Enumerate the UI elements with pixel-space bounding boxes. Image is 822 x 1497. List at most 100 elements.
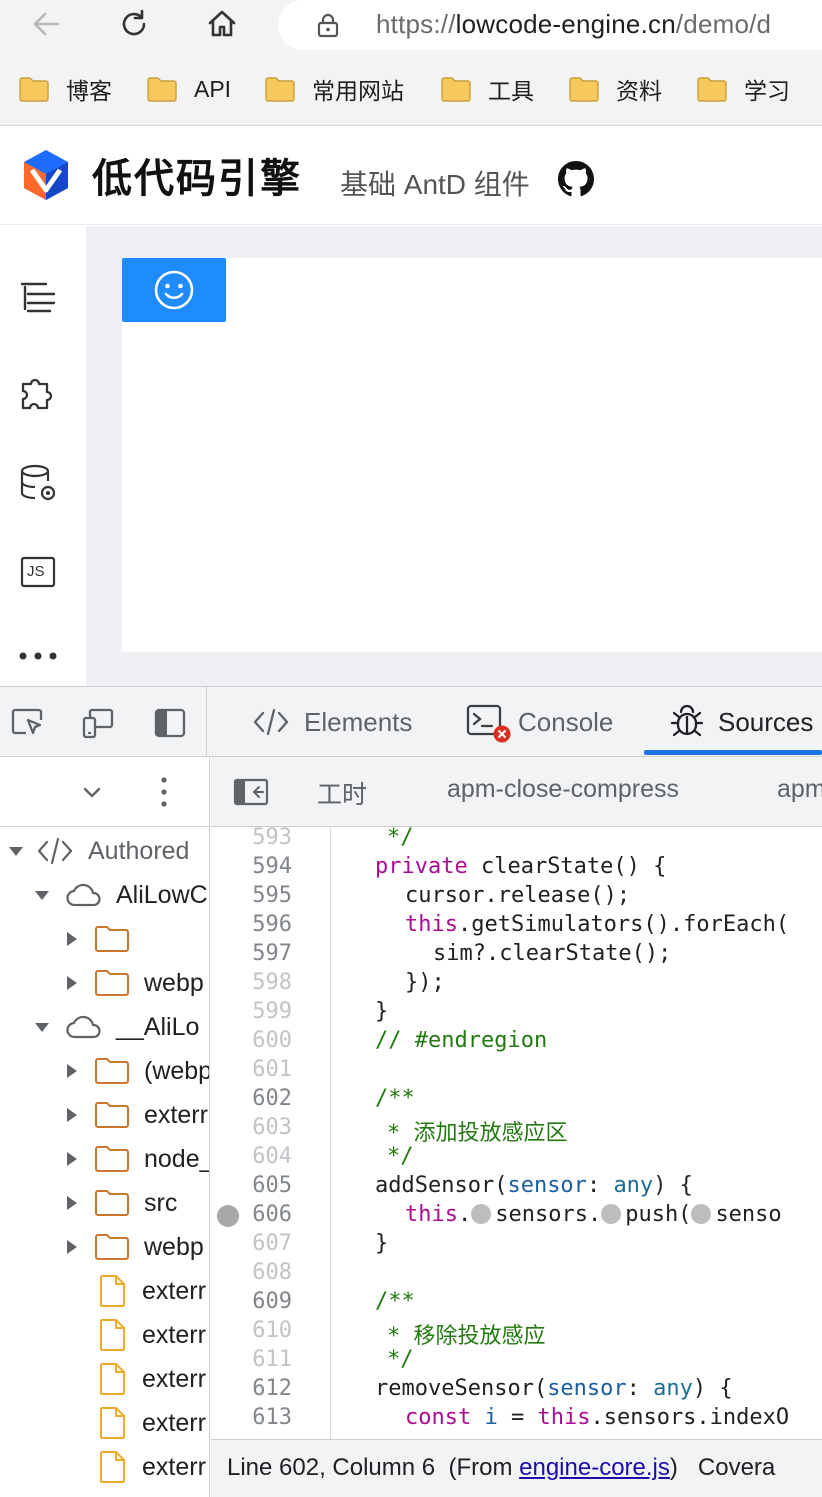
folder-icon [440,75,472,103]
tree-item-file[interactable]: exterr [0,1357,209,1401]
home-button[interactable] [200,2,244,46]
tree-item-origin[interactable]: AliLowC [0,873,209,917]
back-button[interactable] [24,2,68,46]
tree-item-authored[interactable]: Authored [0,829,209,873]
bookmark-folder[interactable]: API [146,72,231,106]
line-number[interactable]: 593 [222,825,292,850]
editor-tab[interactable]: apm-close-compress [447,775,679,804]
inline-breakpoint-dot[interactable] [471,1204,492,1224]
tree-label: node_ [144,1144,210,1173]
code-token: this [405,912,458,937]
line-number[interactable]: 595 [222,883,292,908]
code-token: any [613,1173,654,1198]
line-number[interactable]: 606 [222,1202,292,1227]
js-code-icon[interactable]: JS [17,552,59,594]
tree-item-folder[interactable]: (webp [0,1049,209,1093]
github-icon[interactable] [558,161,594,197]
line-number[interactable]: 613 [222,1405,292,1430]
datasource-icon[interactable] [17,462,59,504]
tree-item-file[interactable]: exterr [0,1401,209,1445]
line-number[interactable]: 601 [222,1057,292,1082]
outline-tree-icon[interactable] [17,276,59,318]
folder-icon [18,75,50,103]
code-token: sensors. [495,1202,602,1227]
bookmark-folder[interactable]: 常用网站 [264,72,404,106]
line-number[interactable]: 602 [222,1086,292,1111]
bookmark-folder[interactable]: 工具 [440,72,534,106]
puzzle-plugin-icon[interactable] [17,370,59,412]
tree-item-origin[interactable]: __AliLo [0,1005,209,1049]
kebab-menu-icon[interactable] [152,775,176,809]
tree-item-folder[interactable]: webp [0,1225,209,1269]
line-number[interactable]: 603 [222,1115,292,1140]
tree-item-folder[interactable] [0,917,209,961]
tab-console[interactable]: Console [466,687,613,757]
code-token: i [471,1405,498,1430]
dock-side-icon[interactable] [152,705,188,741]
chevron-down-icon[interactable] [80,780,104,804]
code-line: this. sensors. push(senso [405,1202,782,1227]
tree-item-folder[interactable]: webp [0,961,209,1005]
tree-item-folder[interactable]: node_ [0,1137,210,1181]
bookmark-folder[interactable]: 资料 [568,72,662,106]
editor-tab-bar: 工时 apm-close-compress apm [211,757,822,827]
tree-label: __AliLo [116,1012,200,1041]
line-number[interactable]: 594 [222,854,292,879]
tab-sources[interactable]: Sources [668,687,813,757]
line-number[interactable]: 610 [222,1318,292,1343]
line-number[interactable]: 608 [222,1260,292,1285]
line-number[interactable]: 598 [222,970,292,995]
line-number[interactable]: 596 [222,912,292,937]
line-number[interactable]: 607 [222,1231,292,1256]
tab-elements[interactable]: Elements [252,687,412,757]
code-line: }); [405,970,445,995]
tree-item-file[interactable]: exterr [0,1313,209,1357]
tree-item-file[interactable]: exterr [0,1445,209,1489]
reload-button[interactable] [112,2,156,46]
address-bar[interactable]: https://lowcode-engine.cn/demo/d [278,0,822,50]
editor-tab[interactable]: apm [777,775,822,804]
navigator-header [0,757,209,827]
toolbar-divider [206,687,207,757]
collapsed-triangle-icon [67,1240,77,1254]
editor-status-bar: Line 602, Column 6 (From engine-core.js)… [211,1439,822,1497]
inspect-element-icon[interactable] [10,705,46,741]
design-canvas[interactable] [122,258,822,652]
tree-item-file[interactable]: exterr [0,1269,209,1313]
status-text: Line 602, Column 6 (From engine-core.js)… [227,1454,775,1482]
toggle-navigator-icon[interactable] [233,777,269,807]
smile-icon [153,269,195,311]
source-file-link[interactable]: engine-core.js [519,1454,670,1481]
line-number[interactable]: 604 [222,1144,292,1169]
designer-workspace: JS [0,226,822,686]
status-from-suffix: ) [669,1454,678,1481]
folder-icon [94,1100,130,1130]
folder-icon [94,968,130,998]
line-number[interactable]: 600 [222,1028,292,1053]
line-number[interactable]: 605 [222,1173,292,1198]
line-number[interactable]: 599 [222,999,292,1024]
code-brackets-icon [36,837,74,865]
code-line: * 添加投放感应区 [387,1121,568,1146]
smile-component-button[interactable] [122,258,226,322]
editor-tab[interactable]: 工时 [317,775,367,811]
line-number-gutter[interactable]: 593 594 595 596 597 598 599 600 601 602 … [211,825,331,1439]
tree-item-folder[interactable]: src [0,1181,209,1225]
line-number[interactable]: 611 [222,1347,292,1372]
bookmark-folder[interactable]: 学习 [696,72,790,106]
bookmark-label: 资料 [616,78,662,104]
device-toolbar-icon[interactable] [80,705,116,741]
line-number[interactable]: 609 [222,1289,292,1314]
bookmark-folder[interactable]: 博客 [18,72,112,106]
collapsed-triangle-icon [67,1152,77,1166]
more-icon[interactable] [17,646,59,666]
tree-item-folder[interactable]: exterr [0,1093,209,1137]
lock-icon[interactable] [314,11,342,39]
tree-label: webp [144,1232,204,1261]
line-number[interactable]: 612 [222,1376,292,1401]
inline-breakpoint-dot[interactable] [691,1204,712,1224]
lowcode-logo-icon[interactable] [22,148,70,202]
inline-breakpoint-dot[interactable] [601,1204,622,1224]
line-number[interactable]: 597 [222,941,292,966]
folder-icon [94,1144,130,1174]
